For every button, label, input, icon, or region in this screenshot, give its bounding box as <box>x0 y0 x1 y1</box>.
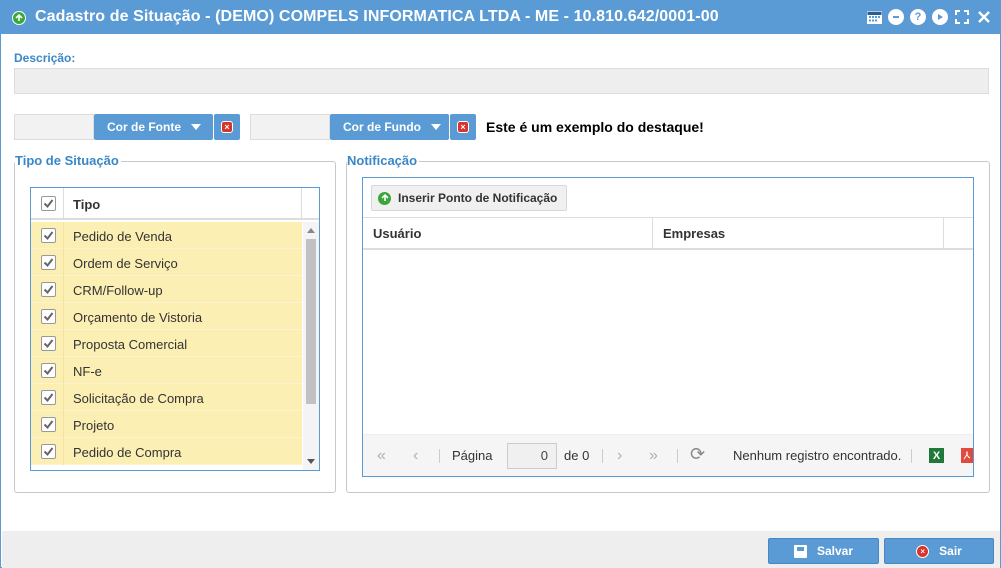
insert-notification-point-button[interactable]: Inserir Ponto de Notificação <box>371 185 568 211</box>
insert-notification-point-label: Inserir Ponto de Notificação <box>398 191 558 205</box>
next-page-icon[interactable]: › <box>617 447 622 465</box>
help-icon[interactable]: ? <box>910 9 926 25</box>
pagination-bar: « ‹ Página 0 de 0 › » ⟳ Nenhum registro … <box>363 434 973 476</box>
font-color-preview[interactable] <box>14 114 94 140</box>
calendar-icon[interactable] <box>866 9 882 25</box>
row-checkbox[interactable] <box>41 444 56 459</box>
tipo-situacao-legend: Tipo de Situação <box>15 153 121 168</box>
row-label: Projeto <box>73 418 115 433</box>
row-label: Pedido de Venda <box>73 229 173 244</box>
exit-icon: × <box>916 544 930 558</box>
font-color-button[interactable]: Cor de Fonte <box>94 114 213 140</box>
window-controls: ? <box>866 9 992 25</box>
table-row[interactable]: CRM/Follow-up <box>31 276 302 303</box>
description-input[interactable] <box>14 68 989 94</box>
select-all-checkbox[interactable] <box>41 196 56 211</box>
row-label: Proposta Comercial <box>73 337 188 352</box>
page-count-label: de 0 <box>564 448 590 463</box>
column-header-usuario[interactable]: Usuário <box>373 226 421 241</box>
add-icon <box>378 191 391 205</box>
row-checkbox[interactable] <box>41 363 56 378</box>
window-title: Cadastro de Situação - (DEMO) COMPELS IN… <box>35 8 719 25</box>
column-header-empresas[interactable]: Empresas <box>663 226 725 241</box>
row-checkbox[interactable] <box>41 336 56 351</box>
grid-header: Tipo <box>31 188 319 220</box>
table-row[interactable]: Proposta Comercial <box>31 330 302 357</box>
row-checkbox[interactable] <box>41 390 56 405</box>
previous-page-icon[interactable]: ‹ <box>413 447 418 465</box>
window: Cadastro de Situação - (DEMO) COMPELS IN… <box>0 0 1001 568</box>
row-checkbox[interactable] <box>41 255 56 270</box>
close-icon[interactable] <box>976 9 992 25</box>
grid-header: Usuário Empresas <box>363 217 973 250</box>
window-icon <box>12 11 26 25</box>
table-row[interactable]: Solicitação de Compra <box>31 384 302 411</box>
pdf-export-icon[interactable] <box>961 448 973 463</box>
table-row[interactable]: NF-e <box>31 357 302 384</box>
vertical-scrollbar[interactable] <box>303 222 319 470</box>
row-checkbox[interactable] <box>41 228 56 243</box>
chevron-down-icon <box>431 124 441 130</box>
exit-button[interactable]: × Sair <box>884 538 994 564</box>
clear-font-color-button[interactable]: × <box>214 114 240 140</box>
table-row[interactable]: Pedido de Venda <box>31 222 302 249</box>
first-page-icon[interactable]: « <box>377 447 386 465</box>
table-row[interactable]: Projeto <box>31 411 302 438</box>
row-label: Ordem de Serviço <box>73 256 178 271</box>
background-color-preview[interactable] <box>250 114 330 140</box>
row-label: NF-e <box>73 364 102 379</box>
excel-export-icon[interactable]: X <box>929 448 944 463</box>
column-header-tipo[interactable]: Tipo <box>73 197 100 212</box>
row-label: Solicitação de Compra <box>73 391 204 406</box>
last-page-icon[interactable]: » <box>649 447 658 465</box>
footer-bar: Salvar × Sair <box>2 531 1000 568</box>
highlight-example-text: Este é um exemplo do destaque! <box>486 119 704 135</box>
fullscreen-icon[interactable] <box>954 9 970 25</box>
status-text: Nenhum registro encontrado. <box>733 448 902 463</box>
save-button[interactable]: Salvar <box>768 538 879 564</box>
chevron-down-icon <box>191 124 201 130</box>
row-label: Pedido de Compra <box>73 445 182 460</box>
notificacao-legend: Notificação <box>347 153 420 168</box>
tipo-rows: Pedido de Venda Ordem de Serviço CRM/Fol… <box>31 222 302 465</box>
row-checkbox[interactable] <box>41 309 56 324</box>
play-icon[interactable] <box>932 9 948 25</box>
row-checkbox[interactable] <box>41 417 56 432</box>
title-bar: Cadastro de Situação - (DEMO) COMPELS IN… <box>1 1 1000 34</box>
save-button-label: Salvar <box>816 544 854 558</box>
exit-button-label: Sair <box>939 544 962 558</box>
clear-background-color-button[interactable]: × <box>450 114 476 140</box>
table-row[interactable]: Pedido de Compra <box>31 438 302 465</box>
row-checkbox[interactable] <box>41 282 56 297</box>
refresh-icon[interactable]: ⟳ <box>690 444 705 465</box>
page-label: Página <box>452 448 493 463</box>
row-label: CRM/Follow-up <box>73 283 163 298</box>
minimize-icon[interactable] <box>888 9 904 25</box>
table-row[interactable]: Ordem de Serviço <box>31 249 302 276</box>
save-icon <box>793 544 807 558</box>
table-row[interactable]: Orçamento de Vistoria <box>31 303 302 330</box>
page-number-input[interactable]: 0 <box>507 443 557 469</box>
background-color-button[interactable]: Cor de Fundo <box>330 114 449 140</box>
scroll-up-icon[interactable] <box>307 228 315 233</box>
notificacao-grid: Inserir Ponto de Notificação Usuário Emp… <box>362 177 974 477</box>
row-label: Orçamento de Vistoria <box>73 310 203 325</box>
font-color-button-label: Cor de Fonte <box>107 120 181 134</box>
scroll-down-icon[interactable] <box>307 459 315 464</box>
background-color-button-label: Cor de Fundo <box>343 120 421 134</box>
clear-icon: × <box>457 121 469 133</box>
scrollbar-thumb[interactable] <box>306 239 316 404</box>
description-label: Descrição: <box>14 51 76 65</box>
tipo-situacao-grid: Tipo Pedido de Venda Ordem de Serviço CR… <box>30 187 320 471</box>
clear-icon: × <box>221 121 233 133</box>
